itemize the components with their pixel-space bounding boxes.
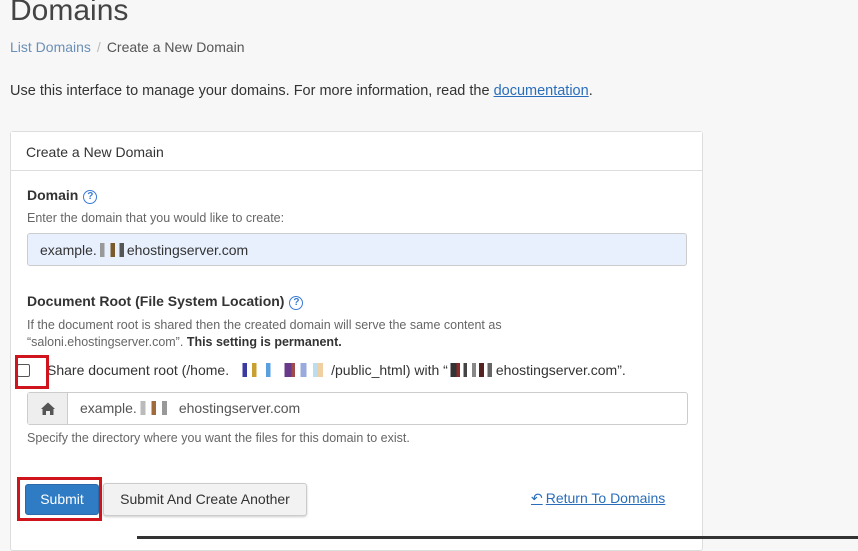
highlight-submit	[17, 477, 102, 521]
docroot-input[interactable]: example. ehostingserver.com	[80, 400, 300, 416]
return-to-domains-label: Return To Domains	[545, 490, 666, 506]
documentation-link[interactable]: documentation	[494, 83, 589, 99]
reply-arrow-icon: ↶	[531, 490, 543, 506]
breadcrumb-current: Create a New Domain	[106, 39, 245, 55]
docroot-input-suffix: ehostingserver.com	[178, 400, 301, 416]
share-docroot-suffix: ehostingserver.com”.	[495, 362, 626, 378]
docroot-permanent-note: This setting is permanent.	[186, 335, 342, 349]
intro-text-body: Use this interface to manage your domain…	[10, 83, 494, 99]
domain-label: Domain?	[27, 187, 98, 204]
submit-and-create-another-button[interactable]: Submit And Create Another	[103, 483, 307, 516]
domain-help: Enter the domain that you would like to …	[27, 211, 285, 225]
breadcrumb-separator: /	[96, 39, 101, 55]
docroot-help: If the document root is shared then the …	[27, 317, 687, 351]
docroot-label-text: Document Root (File System Location)	[27, 293, 285, 309]
breadcrumb-list-domains[interactable]: List Domains	[10, 39, 91, 55]
redacted-text	[96, 243, 127, 257]
domain-input-suffix: ehostingserver.com	[126, 242, 249, 258]
docroot-label: Document Root (File System Location)?	[27, 293, 304, 310]
question-circle-icon[interactable]: ?	[289, 296, 304, 310]
home-icon	[41, 402, 55, 415]
domain-label-text: Domain	[27, 187, 79, 203]
redacted-text	[136, 401, 179, 415]
share-docroot-middle: /public_html) with “	[331, 362, 448, 378]
page-title: Domains	[10, 0, 129, 27]
intro-text: Use this interface to manage your domain…	[10, 83, 593, 99]
question-circle-icon[interactable]: ?	[83, 190, 98, 204]
highlight-checkbox	[15, 355, 49, 389]
docroot-input-group: example. ehostingserver.com	[27, 392, 688, 425]
return-to-domains-link[interactable]: ↶ Return To Domains	[531, 490, 665, 507]
domain-input-prefix: example.	[40, 242, 97, 258]
docroot-help-line2: “saloni.ehostingserver.com”.	[27, 335, 184, 349]
intro-text-end: .	[588, 83, 593, 99]
home-icon-addon	[28, 393, 68, 424]
domain-input[interactable]: example. ehostingserver.com	[27, 233, 687, 266]
share-docroot-row: Share document root (/home. /public_html)…	[47, 362, 626, 378]
docroot-input-prefix: example.	[80, 400, 137, 416]
breadcrumb: List Domains / Create a New Domain	[10, 39, 245, 55]
redacted-text	[447, 363, 496, 377]
share-docroot-label: Share document root (/home.	[47, 362, 230, 378]
panel-heading: Create a New Domain	[11, 132, 702, 171]
docroot-dir-help: Specify the directory where you want the…	[27, 431, 410, 445]
docroot-help-line1: If the document root is shared then the …	[27, 318, 502, 332]
redacted-text	[233, 363, 328, 377]
